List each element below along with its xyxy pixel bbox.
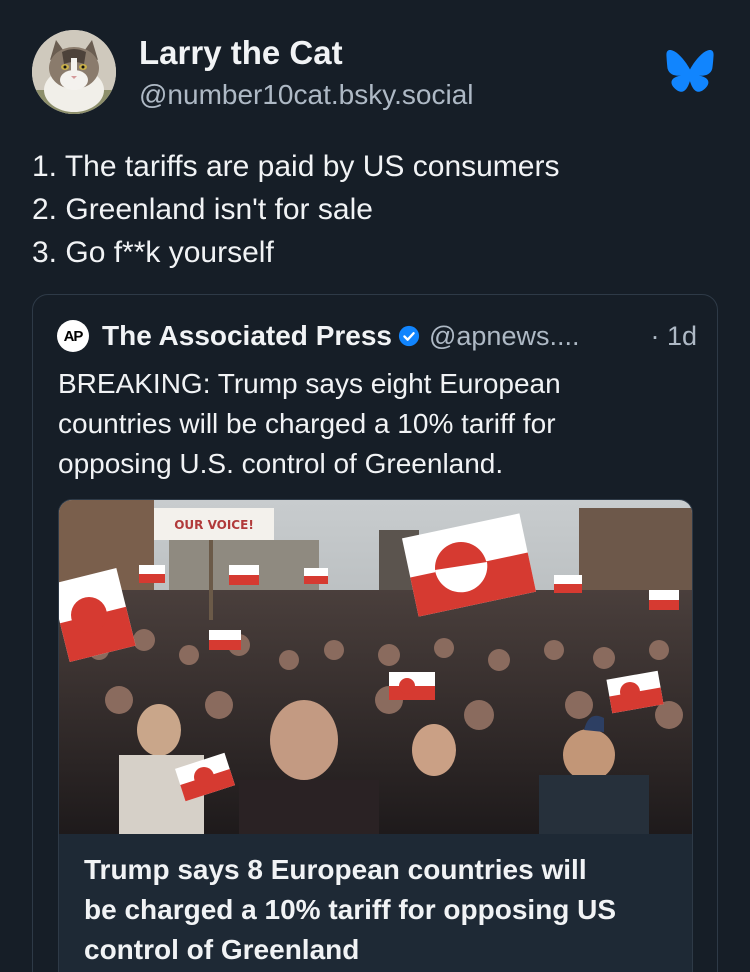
quoted-author-name[interactable]: The Associated Press xyxy=(102,320,392,352)
post-text: 1. The tariffs are paid by US consumers … xyxy=(32,145,559,274)
bluesky-butterfly-icon xyxy=(666,50,714,92)
post-text-line: 2. Greenland isn't for sale xyxy=(32,193,373,226)
protest-sign-text: OUR VOICE! xyxy=(174,518,254,532)
quoted-post-card[interactable]: AP The Associated Press @apnews.... · 1d… xyxy=(32,294,718,972)
quoted-post-timestamp[interactable]: · 1d xyxy=(650,321,697,352)
author-handle[interactable]: @number10cat.bsky.social xyxy=(139,79,474,111)
avatar[interactable] xyxy=(32,30,116,114)
quoted-text-line: BREAKING: Trump says eight European xyxy=(58,368,561,399)
post-text-line: 3. Go f**k yourself xyxy=(32,236,274,269)
quoted-post-header: AP The Associated Press @apnews.... · 1d xyxy=(57,319,697,353)
embed-title-line: control of Greenland xyxy=(84,934,360,965)
post-text-line: 1. The tariffs are paid by US consumers xyxy=(32,150,560,183)
quoted-text-line: countries will be charged a 10% tariff f… xyxy=(58,408,556,439)
quoted-text-line: opposing U.S. control of Greenland. xyxy=(58,448,504,479)
ap-logo-avatar[interactable]: AP xyxy=(57,320,89,352)
greenland-flag xyxy=(389,672,435,700)
verified-check-icon xyxy=(398,325,420,347)
quoted-post-text: BREAKING: Trump says eight European coun… xyxy=(58,364,688,484)
embed-title-line: Trump says 8 European countries will xyxy=(84,854,587,885)
cat-avatar-image xyxy=(32,30,116,114)
quoted-author-handle[interactable]: @apnews.... xyxy=(429,321,579,352)
link-embed-card[interactable]: OUR VOICE! Trump says 8 European countri… xyxy=(58,499,693,972)
link-embed-title[interactable]: Trump says 8 European countries will be … xyxy=(84,850,674,970)
protest-photo: OUR VOICE! xyxy=(59,500,692,834)
embed-title-line: be charged a 10% tariff for opposing US xyxy=(84,894,617,925)
author-name[interactable]: Larry the Cat xyxy=(139,34,343,72)
